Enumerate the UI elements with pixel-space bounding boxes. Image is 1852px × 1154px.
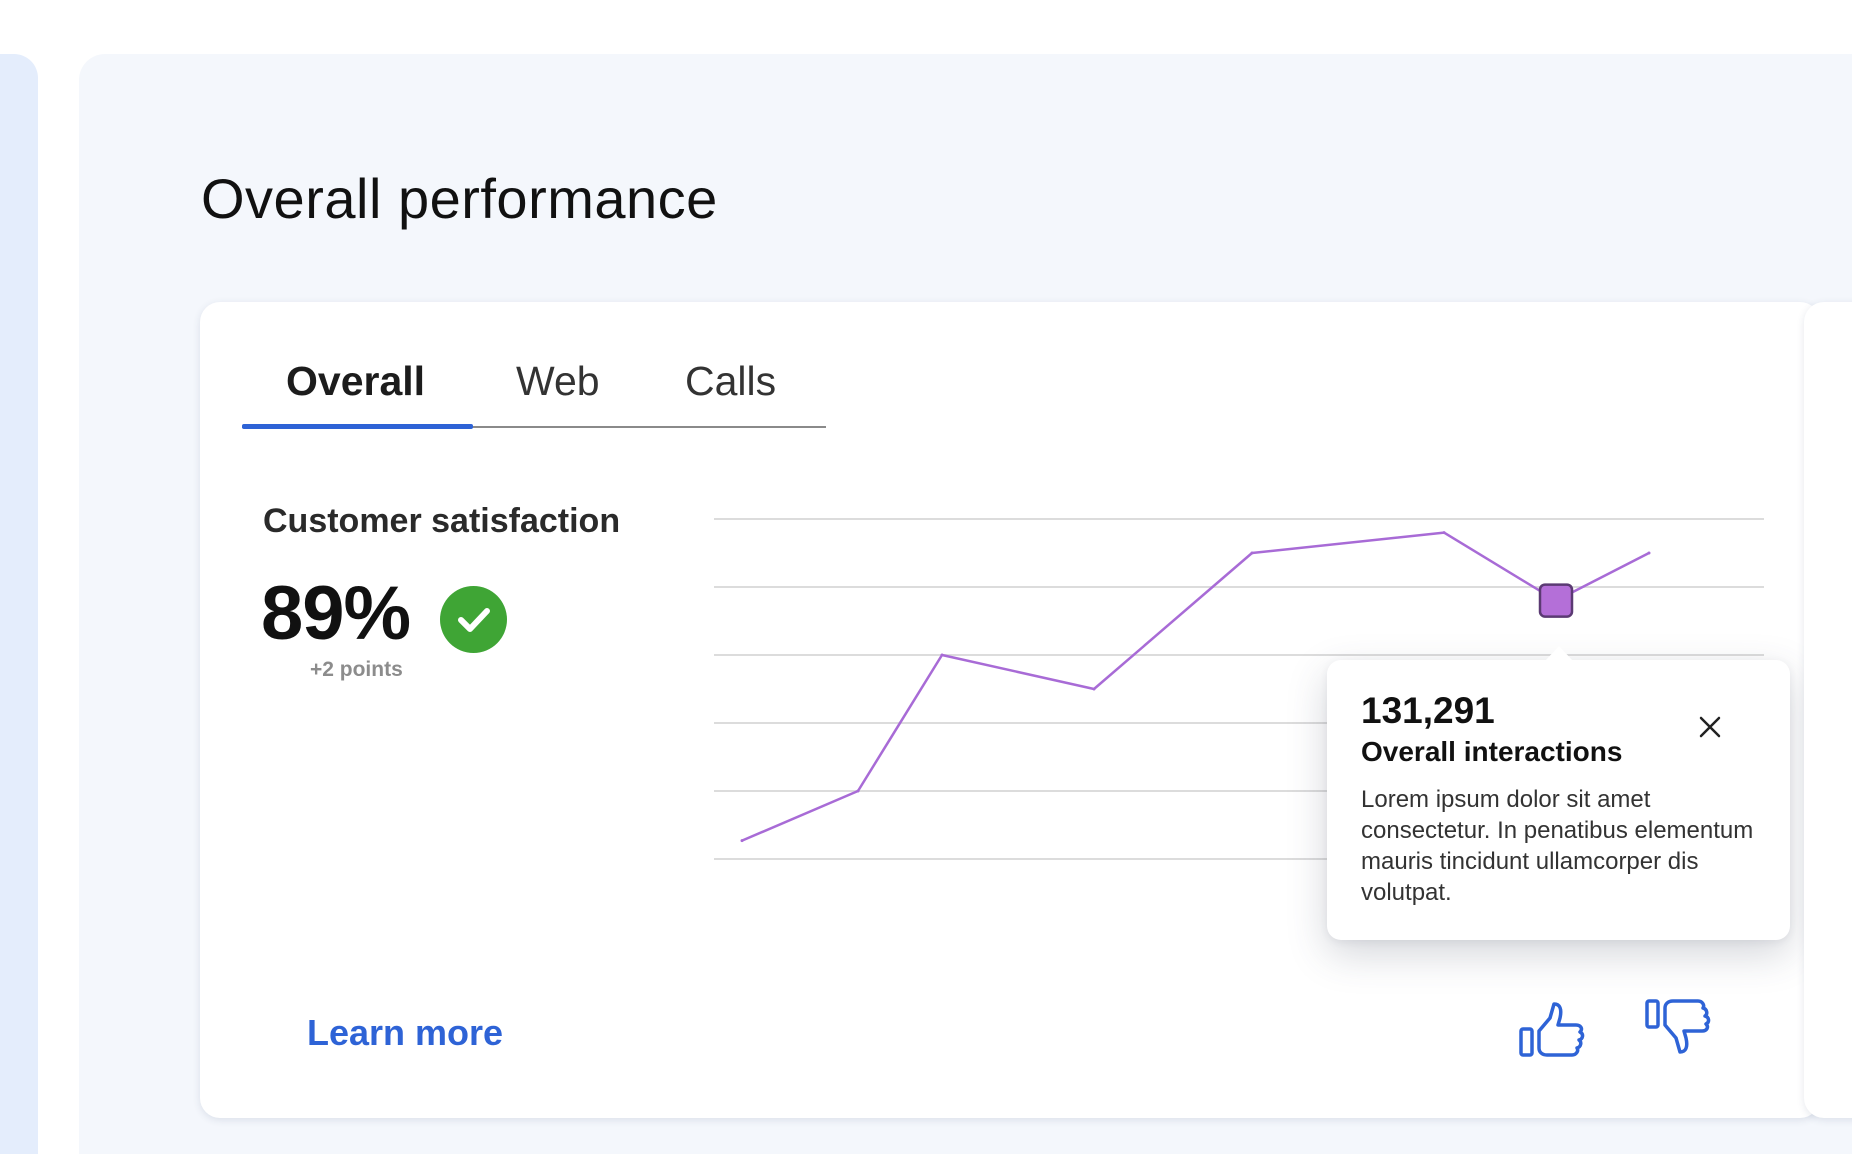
tooltip-body: Lorem ipsum dolor sit amet consectetur. …	[1361, 786, 1754, 906]
chart-point[interactable]	[1250, 551, 1254, 555]
close-icon[interactable]	[1693, 710, 1727, 744]
performance-card: Overall Web Calls Customer satisfaction …	[200, 302, 1820, 1118]
chart-point[interactable]	[940, 653, 944, 657]
chart-point-highlighted[interactable]	[1538, 583, 1574, 618]
chart-point[interactable]	[740, 839, 744, 843]
chart-tooltip: 131,291 Overall interactions Lorem ipsum…	[1327, 646, 1790, 940]
learn-more-link[interactable]: Learn more	[307, 1012, 503, 1054]
tooltip-title: Overall interactions	[1361, 736, 1623, 767]
secondary-card	[1804, 302, 1852, 1118]
tooltip-value: 131,291	[1361, 690, 1495, 731]
main-panel: Overall performance Overall Web Calls Cu…	[79, 54, 1852, 1154]
tooltip-pointer	[1545, 646, 1573, 661]
chart-point[interactable]	[856, 789, 860, 793]
chart-point[interactable]	[1092, 687, 1096, 691]
thumbs-up-icon[interactable]	[1518, 996, 1590, 1068]
chart-point[interactable]	[1442, 531, 1446, 535]
left-sidebar-edge	[0, 54, 38, 1154]
page-title: Overall performance	[201, 167, 718, 230]
chart-point[interactable]	[1647, 551, 1651, 555]
thumbs-down-icon[interactable]	[1644, 996, 1716, 1068]
